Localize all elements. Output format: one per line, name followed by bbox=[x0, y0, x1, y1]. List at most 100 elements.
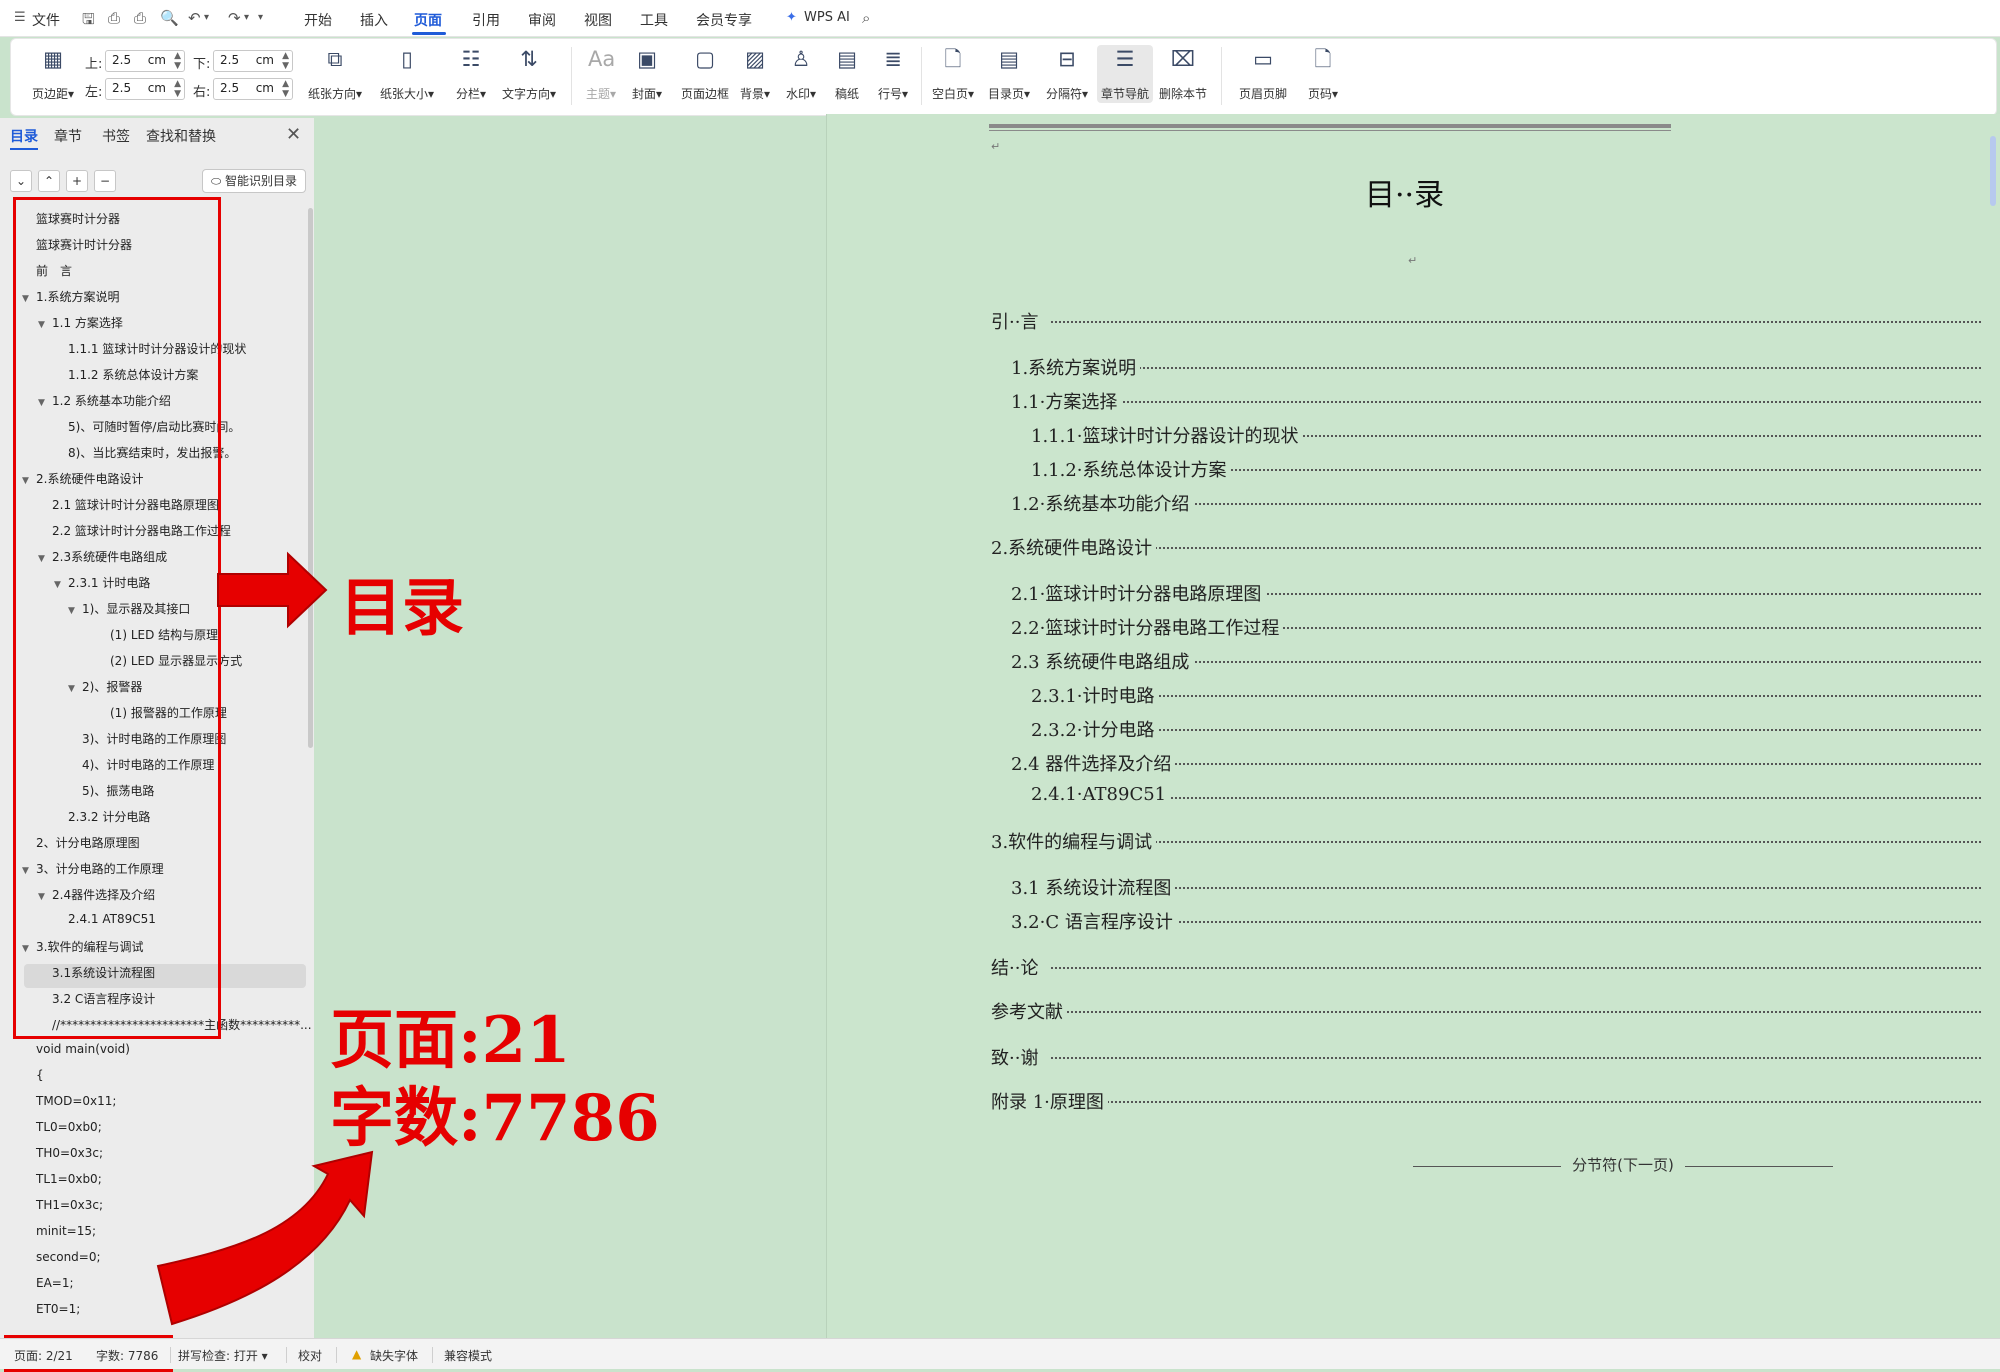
search-icon[interactable]: ⌕ bbox=[862, 9, 870, 27]
file-menu[interactable]: 文件 bbox=[32, 10, 60, 30]
toc-entry[interactable]: 致··谢 18 bbox=[991, 1044, 2000, 1070]
toc-entry[interactable]: 结··论 16 bbox=[991, 954, 2000, 980]
toc-entry[interactable]: 2.4.1·AT89C51 8 bbox=[991, 784, 2000, 810]
toc-tree-item[interactable]: second=0; bbox=[36, 1250, 101, 1264]
toc-entry[interactable]: 2.4 器件选择及介绍 8 bbox=[991, 750, 2000, 776]
tab-member[interactable]: 会员专享 bbox=[696, 10, 752, 30]
toc-entry[interactable]: 3.2·C 语言程序设计 12 bbox=[991, 908, 2000, 934]
toc-tree-item[interactable]: minit=15; bbox=[36, 1224, 96, 1238]
hamburger-icon[interactable]: ☰ bbox=[14, 10, 26, 25]
toc-entry[interactable]: 2.3.1·计时电路 5 bbox=[991, 682, 2000, 708]
tab-chapters[interactable]: 章节 bbox=[54, 126, 82, 146]
toc-entry[interactable]: 2.2·篮球计时计分器电路工作过程 4 bbox=[991, 614, 2000, 640]
spell-check-status[interactable]: 拼写检查: 打开 ▾ bbox=[178, 1347, 268, 1364]
add-heading-button[interactable]: + bbox=[66, 170, 88, 192]
print-icon[interactable]: ⎙ bbox=[134, 9, 146, 27]
tab-toc[interactable]: 目录 bbox=[10, 126, 38, 146]
top-margin-unit: cm bbox=[147, 53, 166, 67]
toc-page-button[interactable]: ▤ 目录页▾ bbox=[981, 45, 1037, 102]
document-canvas[interactable]: ↵ 目··录 ↵ 引··言21.系统方案说明31.1·方案选择31.1.1·篮球… bbox=[826, 114, 2000, 1338]
blank-page-button[interactable]: 🗋 空白页▾ bbox=[925, 45, 981, 102]
close-icon[interactable]: ✕ bbox=[286, 124, 301, 145]
spinner-icon[interactable]: ▲ ▼ bbox=[282, 51, 289, 71]
header-footer-button[interactable]: ▭ 页眉页脚 bbox=[1231, 45, 1295, 102]
tab-tools[interactable]: 工具 bbox=[640, 10, 668, 30]
smart-toc-button[interactable]: ⬭ 智能识别目录 bbox=[202, 169, 306, 193]
spinner-icon[interactable]: ▲ ▼ bbox=[282, 79, 289, 99]
delete-section-button[interactable]: ⌧ 删除本节 bbox=[1155, 45, 1211, 102]
toc-tree-item[interactable]: { bbox=[36, 1068, 44, 1082]
bottom-margin-input[interactable]: 2.5 cm ▲ ▼ bbox=[213, 50, 293, 72]
toc-tree-item[interactable]: TMOD=0x11; bbox=[36, 1094, 116, 1108]
toc-entry[interactable]: 附录 1·原理图 19 bbox=[991, 1088, 2000, 1114]
undo-dropdown-icon[interactable]: ▾ bbox=[204, 12, 209, 23]
delete-section-label: 删除本节 bbox=[1158, 87, 1207, 101]
page-count-status[interactable]: 页面: 2/21 bbox=[14, 1347, 73, 1364]
missing-font-status[interactable]: 缺失字体 bbox=[370, 1347, 418, 1364]
margins-button[interactable]: ▦ 页边距▾ bbox=[25, 45, 81, 102]
print-preview-icon[interactable]: 🔍 bbox=[160, 9, 179, 27]
tab-find-replace[interactable]: 查找和替换 bbox=[146, 126, 216, 146]
columns-button[interactable]: ☷ 分栏▾ bbox=[443, 45, 499, 102]
proofread-status[interactable]: 校对 bbox=[298, 1347, 322, 1364]
document-scrollbar[interactable] bbox=[1990, 136, 1996, 206]
toc-entry[interactable]: 1.1.2·系统总体设计方案 3 bbox=[991, 456, 2000, 482]
toc-entry[interactable]: 2.系统硬件电路设计 4 bbox=[991, 534, 2000, 560]
top-margin-input[interactable]: 2.5 cm ▲ ▼ bbox=[105, 50, 185, 72]
tab-view[interactable]: 视图 bbox=[584, 10, 612, 30]
undo-icon[interactable]: ↶ bbox=[188, 9, 201, 27]
pdf-export-icon[interactable]: ⎙ bbox=[108, 9, 120, 27]
left-margin-unit: cm bbox=[147, 81, 166, 95]
page-number-button[interactable]: 🗋 页码▾ bbox=[1295, 45, 1351, 102]
paper-size-button[interactable]: ▯ 纸张大小▾ bbox=[375, 45, 439, 102]
collapse-all-button[interactable]: ⌄ bbox=[10, 170, 32, 192]
toc-tree-item-label: ET0=1; bbox=[36, 1302, 81, 1316]
toc-entry[interactable]: 3.1 系统设计流程图 11 bbox=[991, 874, 2000, 900]
spinner-icon[interactable]: ▲ ▼ bbox=[174, 51, 181, 71]
ribbon-divider bbox=[921, 47, 922, 105]
toc-entry[interactable]: 1.1·方案选择 3 bbox=[991, 388, 2000, 414]
tab-reference[interactable]: 引用 bbox=[472, 10, 500, 30]
redo-icon[interactable]: ↷ bbox=[228, 9, 241, 27]
spinner-icon[interactable]: ▲ ▼ bbox=[174, 79, 181, 99]
redo-dropdown-icon[interactable]: ▾ bbox=[244, 12, 249, 23]
toc-tree-item[interactable]: EA=1; bbox=[36, 1276, 74, 1290]
line-number-button[interactable]: ≣ 行号▾ bbox=[865, 45, 921, 102]
warning-icon: ▲ bbox=[352, 1347, 362, 1361]
more-dropdown-icon[interactable]: ▾ bbox=[258, 12, 263, 23]
toc-tree-item[interactable]: TH0=0x3c; bbox=[36, 1146, 103, 1160]
word-count-status[interactable]: 字数: 7786 bbox=[96, 1347, 158, 1364]
tab-insert[interactable]: 插入 bbox=[360, 10, 388, 30]
tab-review[interactable]: 审阅 bbox=[528, 10, 556, 30]
toc-tree-item[interactable]: TL0=0xb0; bbox=[36, 1120, 102, 1134]
toc-tree-item[interactable]: void main(void) bbox=[36, 1042, 130, 1056]
save-icon[interactable]: 🖫 bbox=[82, 9, 95, 34]
toc-entry[interactable]: 参考文献 17 bbox=[991, 998, 2000, 1024]
expand-up-button[interactable]: ⌃ bbox=[38, 170, 60, 192]
wps-ai-button[interactable]: WPS AI bbox=[804, 10, 850, 25]
toc-entry[interactable]: 1.1.1·篮球计时计分器设计的现状 3 bbox=[991, 422, 2000, 448]
toc-tree-item[interactable]: ET0=1; bbox=[36, 1302, 80, 1316]
toc-entry[interactable]: 1.系统方案说明 3 bbox=[991, 354, 2000, 380]
remove-heading-button[interactable]: − bbox=[94, 170, 116, 192]
toc-entry[interactable]: 2.3 系统硬件电路组成 5 bbox=[991, 648, 2000, 674]
toc-entry-title: 2.3.1·计时电路 bbox=[1031, 682, 1159, 708]
toc-tree-item[interactable]: TL1=0xb0; bbox=[36, 1172, 102, 1186]
orientation-button[interactable]: ⧉ 纸张方向▾ bbox=[303, 45, 367, 102]
right-margin-input[interactable]: 2.5 cm ▲ ▼ bbox=[213, 78, 293, 100]
separator-button[interactable]: ⊟ 分隔符▾ bbox=[1039, 45, 1095, 102]
tab-start[interactable]: 开始 bbox=[304, 10, 332, 30]
toc-entry[interactable]: 3.软件的编程与调试 11 bbox=[991, 828, 2000, 854]
left-margin-input[interactable]: 2.5 cm ▲ ▼ bbox=[105, 78, 185, 100]
toc-tree-item[interactable]: TH1=0x3c; bbox=[36, 1198, 103, 1212]
toc-entry[interactable]: 引··言 2 bbox=[991, 308, 2000, 334]
tab-bookmarks[interactable]: 书签 bbox=[102, 126, 130, 146]
toc-entry[interactable]: 2.3.2·计分电路 7 bbox=[991, 716, 2000, 742]
text-direction-button[interactable]: ⇅ 文字方向▾ bbox=[497, 45, 561, 102]
section-nav-button[interactable]: ☰ 章节导航 bbox=[1097, 45, 1153, 103]
toc-entry[interactable]: 2.1·篮球计时计分器电路原理图 4 bbox=[991, 580, 2000, 606]
tab-page[interactable]: 页面 bbox=[414, 10, 442, 30]
toc-entry[interactable]: 1.2·系统基本功能介绍 3 bbox=[991, 490, 2000, 516]
sidebar-scrollbar[interactable] bbox=[308, 208, 313, 748]
cover-button[interactable]: ▣ 封面▾ bbox=[619, 45, 675, 102]
